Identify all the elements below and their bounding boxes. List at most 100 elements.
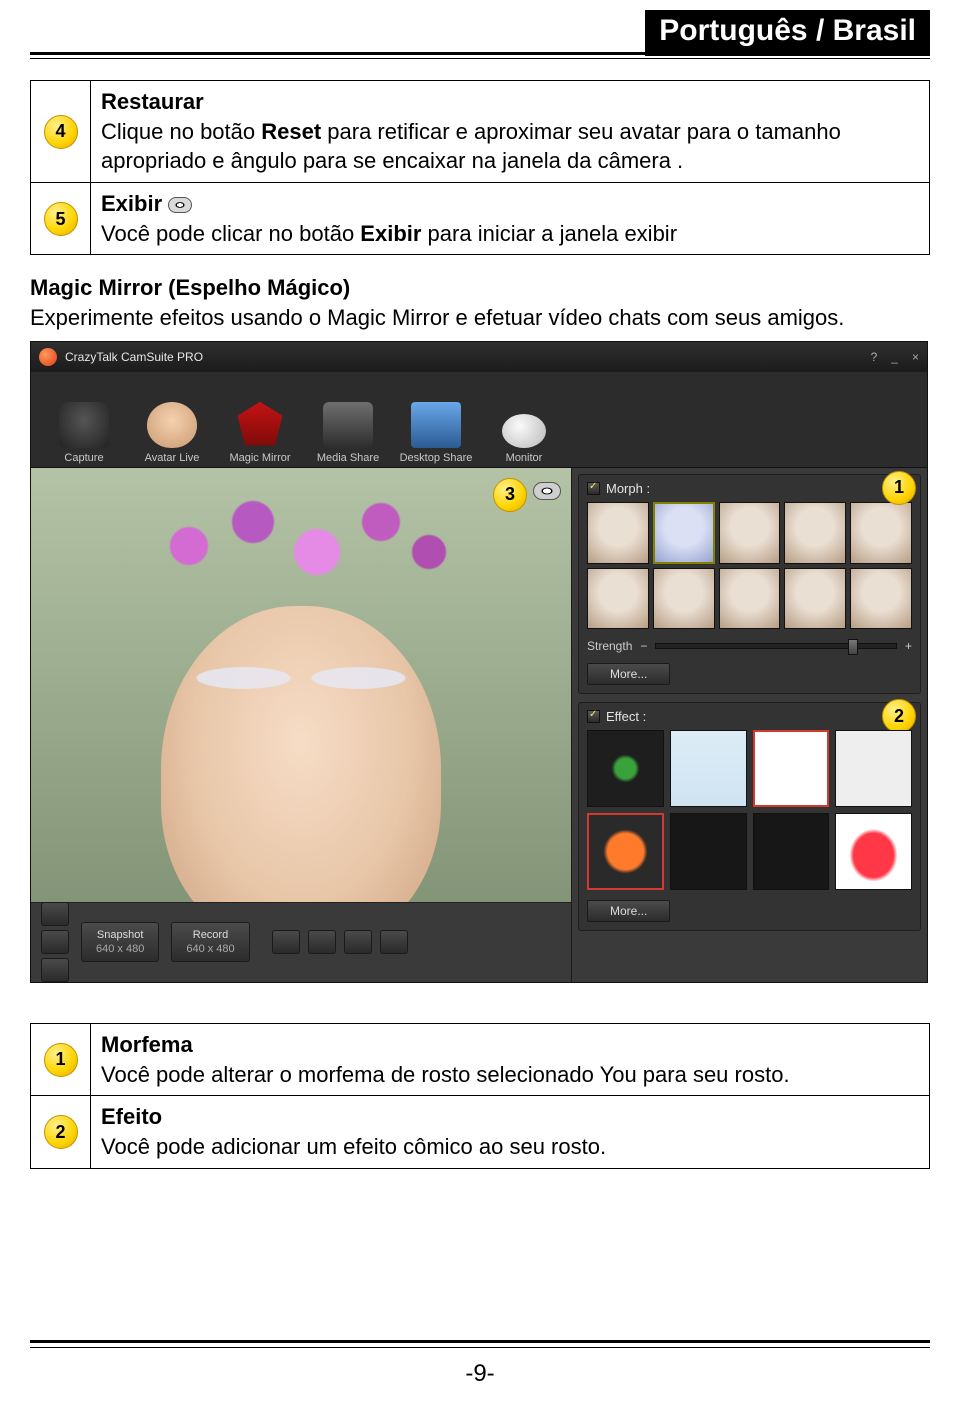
morph-thumb[interactable]: [719, 568, 781, 630]
snapshot-button[interactable]: Snapshot 640 x 480: [81, 922, 159, 962]
rule: [30, 58, 930, 59]
slider-minus: −: [640, 639, 647, 653]
effect-thumb[interactable]: [670, 730, 747, 807]
help-button[interactable]: ?: [871, 350, 878, 364]
mute-icon[interactable]: [308, 930, 336, 954]
row-title: Exibir: [101, 191, 162, 216]
preview-bottom-bar: Snapshot 640 x 480 Record 640 x 480: [31, 902, 571, 982]
effect-thumbs: [587, 730, 912, 890]
number-badge: 2: [44, 1115, 78, 1149]
effect-thumb[interactable]: [587, 730, 664, 807]
desc-cell: Morfema Você pode alterar o morfema de r…: [91, 1023, 930, 1095]
morph-thumb[interactable]: [850, 502, 912, 564]
effect-thumb-selected[interactable]: [587, 813, 664, 890]
callout-badge-1: 1: [882, 471, 916, 505]
record-button[interactable]: Record 640 x 480: [171, 922, 249, 962]
toolbar-capture[interactable]: Capture: [41, 380, 127, 464]
app-title: CrazyTalk CamSuite PRO: [65, 350, 203, 364]
number-badge: 4: [44, 115, 78, 149]
page-number: -9-: [0, 1360, 960, 1388]
section-description: Experimente efeitos usando o Magic Mirro…: [30, 305, 844, 330]
morph-thumb[interactable]: [784, 568, 846, 630]
app-window: CrazyTalk CamSuite PRO ? _ × Capture Avat…: [30, 341, 928, 983]
minibtn-icon[interactable]: [41, 930, 69, 954]
rule: [30, 52, 930, 55]
effect-thumb-selected[interactable]: [753, 730, 830, 807]
marker-cell: 2: [31, 1096, 91, 1168]
minibtn-icon[interactable]: [41, 902, 69, 926]
morph-thumb[interactable]: [587, 568, 649, 630]
toolbar-label: Magic Mirror: [229, 452, 290, 464]
desc-cell: Restaurar Clique no botão Reset para ret…: [91, 81, 930, 183]
morph-thumb[interactable]: [719, 502, 781, 564]
number-badge: 1: [44, 1043, 78, 1077]
media-icon: [323, 402, 373, 448]
effect-label: Effect :: [606, 709, 646, 724]
toolbar-label: Media Share: [317, 452, 379, 464]
morph-panel: Morph : 1: [578, 474, 921, 695]
effect-more-button[interactable]: More...: [587, 900, 670, 922]
strength-slider[interactable]: [655, 643, 897, 649]
slider-knob-icon[interactable]: [848, 639, 858, 655]
effect-thumb[interactable]: [753, 813, 830, 890]
morph-thumb[interactable]: [587, 502, 649, 564]
record-res: 640 x 480: [186, 943, 234, 955]
row-title: Morfema: [101, 1032, 193, 1057]
marker-cell: 5: [31, 183, 91, 255]
row-body: Você pode adicionar um efeito cômico ao …: [101, 1134, 606, 1159]
row-title: Restaurar: [101, 89, 204, 114]
strength-label: Strength: [587, 639, 632, 653]
footer-rules: [30, 1340, 930, 1348]
minimize-button[interactable]: _: [891, 350, 898, 364]
marker-cell: 4: [31, 81, 91, 183]
table-row: 5 Exibir Você pode clicar no botão Exibi…: [31, 183, 930, 255]
row-title: Efeito: [101, 1104, 162, 1129]
morph-label: Morph :: [606, 481, 650, 496]
toolbar-magic-mirror[interactable]: Magic Mirror: [217, 380, 303, 464]
desk-icon: [411, 402, 461, 448]
effect-panel: Effect : 2 More...: [578, 702, 921, 931]
music-icon[interactable]: [344, 930, 372, 954]
titlebar: CrazyTalk CamSuite PRO ? _ ×: [31, 342, 927, 372]
minibtn-icon[interactable]: [41, 958, 69, 982]
effect-checkbox[interactable]: [587, 710, 600, 723]
mask-icon: [235, 402, 285, 448]
effect-thumb[interactable]: [835, 813, 912, 890]
morph-thumb[interactable]: [850, 568, 912, 630]
toolbar-monitor[interactable]: Monitor: [481, 380, 567, 464]
next-icon[interactable]: [380, 930, 408, 954]
callout-badge-3: 3: [493, 478, 527, 512]
morph-thumb-selected[interactable]: [653, 502, 715, 564]
number-badge: 5: [44, 202, 78, 236]
table-row: 1 Morfema Você pode alterar o morfema de…: [31, 1023, 930, 1095]
toolbar: Capture Avatar Live Magic Mirror Media Shar…: [31, 372, 927, 468]
desc-cell: Efeito Você pode adicionar um efeito côm…: [91, 1096, 930, 1168]
toolbar-avatar-live[interactable]: Avatar Live: [129, 380, 215, 464]
toolbar-media-share[interactable]: Media Share: [305, 380, 391, 464]
morph-thumb[interactable]: [784, 502, 846, 564]
desc-cell: Exibir Você pode clicar no botão Exibir …: [91, 183, 930, 255]
app-logo-icon: [39, 348, 57, 366]
morph-thumb[interactable]: [653, 568, 715, 630]
snapshot-label: Snapshot: [97, 929, 143, 941]
record-label: Record: [193, 929, 228, 941]
morph-checkbox[interactable]: [587, 482, 600, 495]
snapshot-res: 640 x 480: [96, 943, 144, 955]
eye-icon: [168, 197, 192, 213]
effect-thumb[interactable]: [670, 813, 747, 890]
eye-icon[interactable]: [533, 482, 561, 500]
face-icon: [147, 402, 197, 448]
toolbar-label: Capture: [64, 452, 103, 464]
toolbar-label: Desktop Share: [400, 452, 473, 464]
close-button[interactable]: ×: [912, 350, 919, 364]
mon-icon: [502, 414, 546, 448]
slider-plus: +: [905, 639, 912, 653]
volume-icon[interactable]: [272, 930, 300, 954]
page-language-band: Português / Brasil: [645, 10, 930, 56]
toolbar-label: Avatar Live: [145, 452, 200, 464]
toolbar-desktop-share[interactable]: Desktop Share: [393, 380, 479, 464]
morph-more-button[interactable]: More...: [587, 663, 670, 685]
effect-thumb[interactable]: [835, 730, 912, 807]
callout-badge-2: 2: [882, 699, 916, 733]
flower-crown-graphic: [141, 486, 461, 606]
